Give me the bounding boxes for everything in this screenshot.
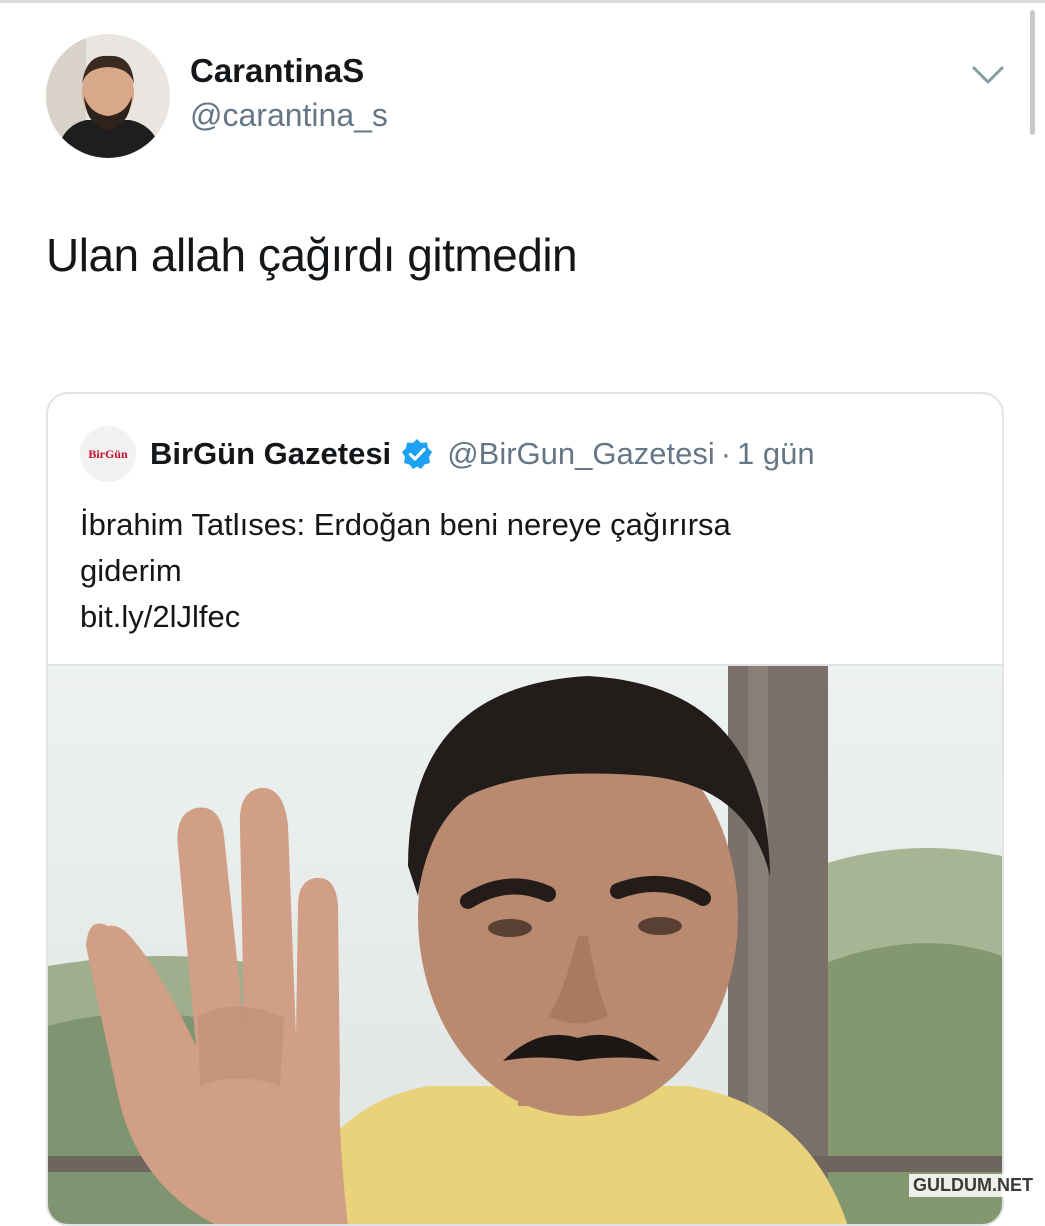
- quoted-tweet-photo[interactable]: [48, 664, 1002, 1224]
- quoted-tweet-text: İbrahim Tatlıses: Erdoğan beni nereye ça…: [80, 502, 960, 640]
- quoted-logo-text: BirGün: [88, 446, 128, 461]
- user-avatar[interactable]: [46, 34, 170, 158]
- quoted-display-name[interactable]: BirGün Gazetesi: [150, 436, 391, 472]
- verified-badge-icon: [402, 439, 433, 469]
- quoted-handle[interactable]: @BirGun_Gazetesi: [447, 436, 715, 472]
- quoted-text-line: giderim: [80, 553, 182, 588]
- chevron-down-icon[interactable]: [970, 60, 1006, 90]
- watermark: GULDUM.NET: [909, 1174, 1037, 1197]
- quoted-tweet-card[interactable]: BirGün BirGün Gazetesi @BirGun_Gazetesi …: [46, 392, 1004, 1226]
- quoted-separator: ·: [720, 436, 732, 471]
- scrollbar[interactable]: [1030, 10, 1035, 135]
- tweet-text: Ulan allah çağırdı gitmedin: [46, 229, 578, 281]
- quoted-tweet-header: BirGün BirGün Gazetesi @BirGun_Gazetesi …: [80, 426, 815, 482]
- user-handle[interactable]: @carantina_s: [190, 97, 388, 134]
- display-name[interactable]: CarantinaS: [190, 52, 364, 90]
- quoted-avatar[interactable]: BirGün: [80, 426, 136, 482]
- quoted-timestamp[interactable]: 1 gün: [737, 436, 815, 472]
- quoted-text-line: İbrahim Tatlıses: Erdoğan beni nereye ça…: [80, 507, 731, 542]
- quoted-link[interactable]: bit.ly/2lJlfec: [80, 594, 960, 640]
- top-divider: [0, 0, 1045, 3]
